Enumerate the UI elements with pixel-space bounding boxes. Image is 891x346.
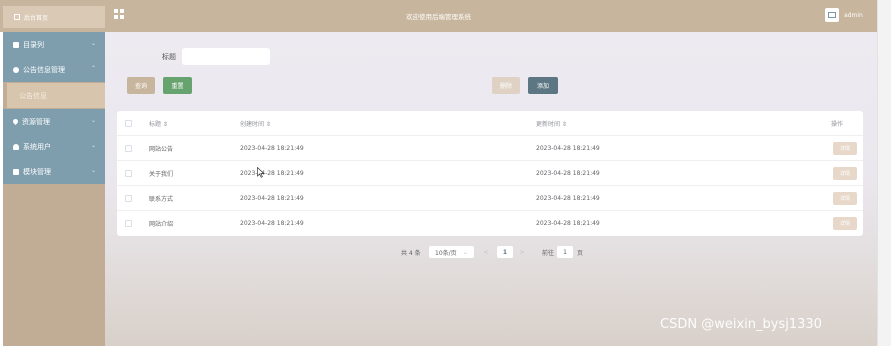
select-all-checkbox[interactable] — [125, 119, 132, 127]
page-size-select[interactable]: 10条/页 ⌄ — [429, 246, 474, 258]
table-row: 网站介绍 2023-04-28 18:21:49 2023-04-28 18:2… — [117, 211, 863, 236]
row-title: 网站公告 — [149, 145, 174, 153]
chevron-down-icon: ⌄ — [90, 142, 96, 149]
goto-label: 前往 — [542, 249, 555, 257]
folder-icon — [13, 41, 19, 48]
sidebar-item-label: 模块管理 — [23, 167, 51, 176]
image-icon — [828, 12, 836, 18]
column-header-updated[interactable]: 更新时间 ⇕ — [536, 119, 567, 128]
pagination-total: 共 4 条 — [401, 249, 421, 257]
top-navbar: 后台首页 欢迎使用后端管理系统 admin — [0, 0, 877, 32]
detail-button[interactable]: 详情 — [833, 166, 857, 180]
sidebar-item-module-management[interactable]: 模块管理 ⌄ — [3, 159, 105, 184]
row-title: 关于我们 — [149, 170, 174, 178]
delete-button[interactable]: 删除 — [492, 77, 520, 94]
sidebar: 目录列 ⌄ 公告信息管理 ⌃ 公告信息 资源管理 ⌄ 系统用户 ⌄ 模块管理 ⌄ — [3, 32, 105, 346]
add-button[interactable]: 添加 — [528, 77, 558, 94]
row-checkbox[interactable] — [125, 194, 132, 202]
grid-icon — [13, 168, 19, 175]
chevron-up-icon: ⌃ — [90, 65, 96, 72]
row-title: 联系方式 — [149, 195, 174, 203]
page-size-value: 10条/页 — [435, 249, 457, 257]
page-unit-label: 页 — [577, 249, 584, 257]
avatar[interactable] — [825, 8, 839, 22]
chevron-down-icon: ⌄ — [90, 40, 96, 47]
system-title: 欢迎使用后端管理系统 — [406, 13, 471, 21]
row-updated: 2023-04-28 18:21:49 — [536, 169, 600, 177]
watermark-text: CSDN @weixin_bysj1330 — [660, 317, 822, 332]
detail-button[interactable]: 详情 — [833, 217, 857, 230]
user-name[interactable]: admin — [844, 12, 863, 19]
row-created: 2023-04-28 18:21:49 — [240, 169, 304, 177]
info-circle-icon — [13, 66, 19, 73]
column-header-created[interactable]: 创建时间 ⇕ — [240, 119, 271, 128]
table-header: 标题 ⇕ 创建时间 ⇕ 更新时间 ⇕ 操作 — [117, 111, 863, 136]
notice-table: 标题 ⇕ 创建时间 ⇕ 更新时间 ⇕ 操作 网站公告 2023-04-28 18… — [117, 111, 863, 236]
row-created: 2023-04-28 18:21:49 — [240, 220, 304, 227]
title-search-input[interactable] — [182, 48, 270, 65]
location-icon — [11, 117, 20, 126]
sidebar-item-directory[interactable]: 目录列 ⌄ — [3, 32, 105, 57]
vertical-scrollbar[interactable] — [877, 0, 891, 346]
search-label: 标题 — [162, 53, 176, 61]
row-checkbox[interactable] — [125, 169, 132, 177]
row-created: 2023-04-28 18:21:49 — [240, 194, 304, 202]
row-title: 网站介绍 — [149, 221, 174, 228]
chevron-down-icon: ⌄ — [90, 117, 96, 124]
goto-page-input[interactable]: 1 — [557, 246, 573, 258]
sidebar-item-notice-management[interactable]: 公告信息管理 ⌃ — [3, 57, 105, 82]
column-header-actions: 操作 — [831, 120, 844, 128]
chevron-down-icon: ⌄ — [462, 248, 468, 256]
sidebar-item-label: 目录列 — [23, 40, 44, 49]
sidebar-item-system-users[interactable]: 系统用户 ⌄ — [3, 134, 105, 159]
sidebar-item-label: 公告信息管理 — [23, 65, 65, 74]
mouse-cursor-icon — [257, 167, 265, 178]
next-page-button[interactable]: > — [516, 246, 528, 258]
row-checkbox[interactable] — [125, 144, 132, 152]
user-icon — [13, 143, 19, 150]
sidebar-item-label: 系统用户 — [23, 142, 51, 151]
prev-page-button[interactable]: < — [480, 246, 492, 258]
sidebar-item-label: 公告信息 — [19, 91, 47, 100]
row-checkbox[interactable] — [125, 220, 132, 227]
row-updated: 2023-04-28 18:21:49 — [536, 144, 600, 152]
row-updated: 2023-04-28 18:21:49 — [536, 220, 600, 227]
query-button[interactable]: 查询 — [127, 77, 155, 94]
detail-button[interactable]: 详情 — [833, 191, 857, 205]
table-row: 关于我们 2023-04-28 18:21:49 2023-04-28 18:2… — [117, 161, 863, 186]
row-updated: 2023-04-28 18:21:49 — [536, 194, 600, 202]
sidebar-item-notice-info[interactable]: 公告信息 — [7, 83, 105, 108]
table-row: 联系方式 2023-04-28 18:21:49 2023-04-28 18:2… — [117, 186, 863, 211]
row-created: 2023-04-28 18:21:49 — [240, 144, 304, 152]
detail-button[interactable]: 详情 — [833, 141, 857, 155]
current-page[interactable]: 1 — [497, 246, 513, 258]
chevron-down-icon: ⌄ — [90, 167, 96, 174]
sidebar-item-resource-management[interactable]: 资源管理 ⌄ — [3, 109, 105, 134]
column-header-title[interactable]: 标题 ⇕ — [149, 119, 168, 128]
table-row: 网站公告 2023-04-28 18:21:49 2023-04-28 18:2… — [117, 136, 863, 161]
reset-button[interactable]: 重置 — [163, 77, 192, 94]
sidebar-item-label: 资源管理 — [22, 117, 50, 126]
